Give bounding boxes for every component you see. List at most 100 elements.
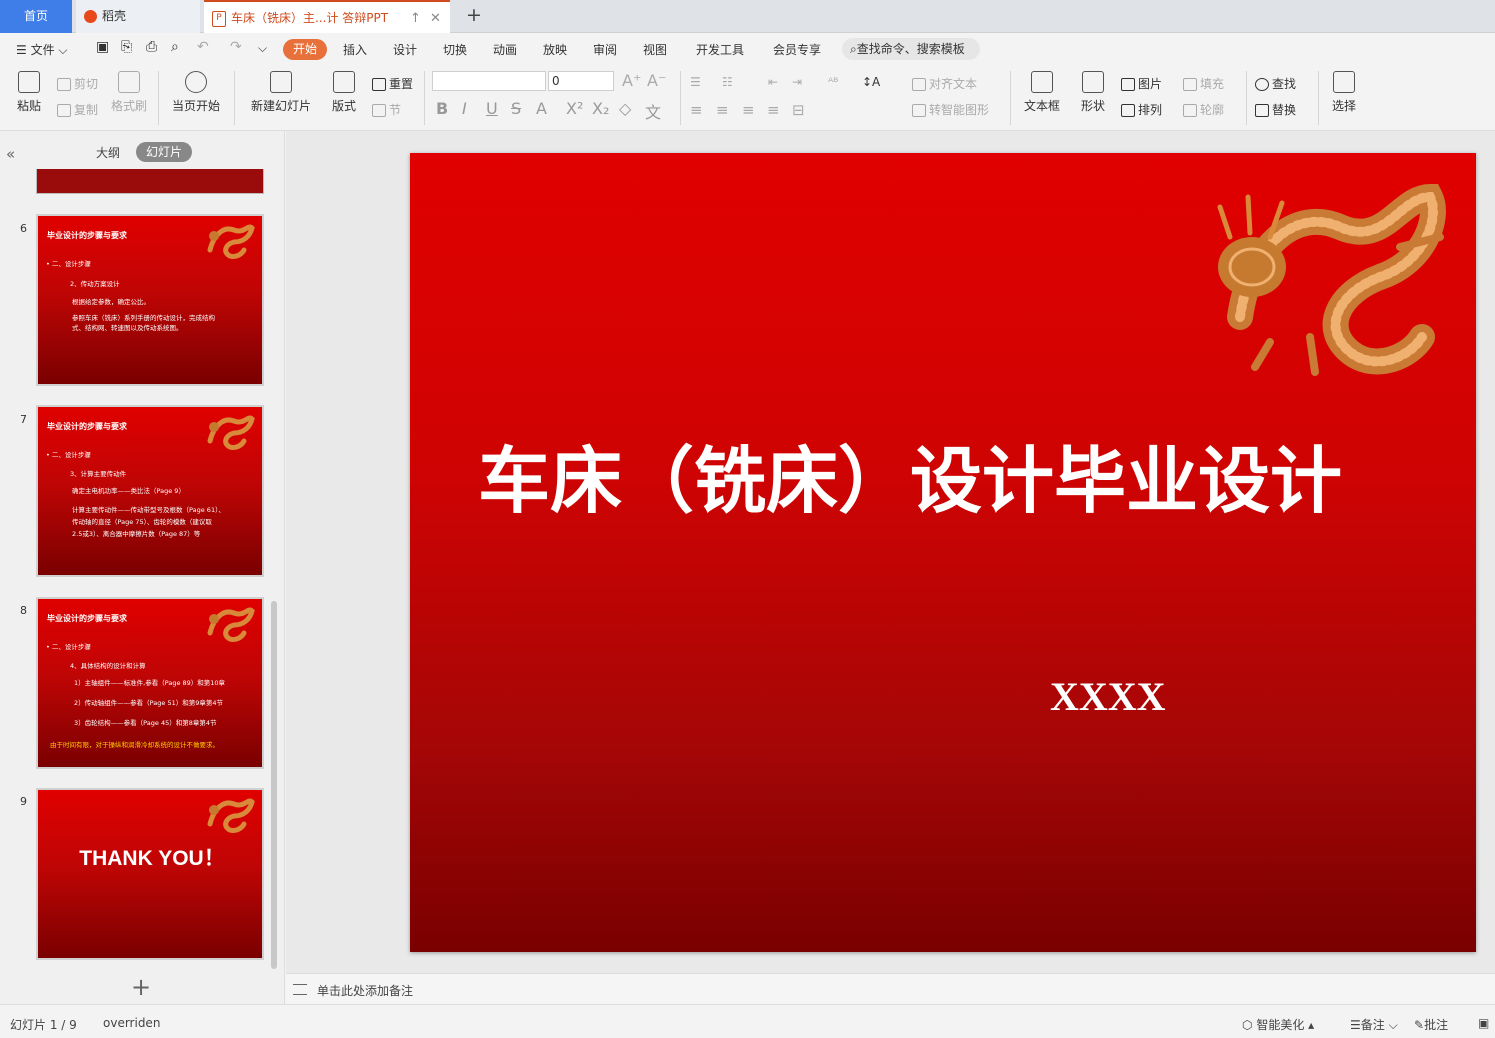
align-text-button[interactable]: 对齐文本	[912, 75, 977, 92]
tab-outline[interactable]: 大纲	[96, 144, 136, 161]
layout-button[interactable]: 版式	[326, 71, 362, 114]
font-name-select[interactable]	[432, 71, 546, 91]
select-icon	[1333, 71, 1355, 93]
thumbnail-line: 3、计算主要传动件	[70, 470, 127, 478]
reset-button[interactable]: 重置	[372, 75, 413, 92]
collapse-panel-icon[interactable]: «	[6, 145, 15, 163]
font-size-select[interactable]: 0	[548, 71, 614, 91]
line-spacing-icon[interactable]: ↕A	[862, 75, 880, 89]
quick-access-dropdown[interactable]: ⌵	[258, 41, 267, 56]
export-icon[interactable]: ⎘	[121, 39, 132, 55]
arrange-button[interactable]: 排列	[1121, 101, 1162, 118]
beautify-button[interactable]: ⬡ 智能美化 ▴	[1242, 1016, 1314, 1033]
align-right-icon[interactable]: ≡	[742, 101, 755, 119]
tab-daoke[interactable]: 稻壳	[76, 0, 200, 33]
align-left-icon[interactable]: ≡	[690, 101, 703, 119]
italic-icon[interactable]: I	[462, 99, 467, 118]
format-painter-button[interactable]: 格式刷	[108, 71, 150, 114]
preview-icon[interactable]: ⌕	[171, 39, 179, 55]
tab-view[interactable]: 视图	[643, 41, 667, 58]
select-button[interactable]: 选择	[1326, 71, 1362, 114]
ribbon-separator	[1246, 71, 1247, 125]
tab-slides[interactable]: 幻灯片	[136, 142, 192, 162]
save-icon[interactable]: ▣	[96, 39, 109, 55]
replace-button[interactable]: 替换	[1255, 101, 1296, 118]
slide-thumbnail-8[interactable]: 毕业设计的步骤与要求 • 二、设计步骤 4、具体结构的设计和计算 1）主轴组件—…	[36, 597, 264, 769]
current-slide[interactable]: 车床（铣床）设计毕业设计 XXXX	[410, 153, 1476, 952]
underline-icon[interactable]: U	[486, 99, 498, 118]
command-search[interactable]: ⌕查找命令、搜索模板	[842, 38, 980, 60]
tab-developer[interactable]: 开发工具	[696, 41, 744, 58]
file-menu[interactable]: ☰ 文件 ⌵	[16, 41, 68, 58]
tab-design[interactable]: 设计	[393, 41, 417, 58]
indent-decrease-icon[interactable]: ⇤	[768, 75, 778, 89]
new-tab-button[interactable]: +	[466, 4, 482, 26]
font-color-icon[interactable]: A	[536, 99, 547, 118]
find-button[interactable]: 查找	[1255, 75, 1296, 92]
notes-toggle-icon: ☰	[1350, 1018, 1361, 1032]
bullets-icon[interactable]: ☰	[690, 75, 701, 89]
smart-shape-button[interactable]: 转智能图形	[912, 101, 989, 118]
textbox-icon	[1031, 71, 1053, 93]
tab-animation[interactable]: 动画	[493, 41, 517, 58]
phonetic-icon[interactable]: 文	[645, 99, 661, 123]
numbering-icon[interactable]: ☷	[722, 75, 733, 89]
tab-insert[interactable]: 插入	[343, 41, 367, 58]
outline-button[interactable]: 轮廓	[1183, 101, 1224, 118]
redo-icon[interactable]: ↷	[230, 39, 242, 55]
close-tab-icon[interactable]: ✕	[430, 2, 441, 35]
slide-title[interactable]: 车床（铣床）设计毕业设计	[440, 419, 1380, 543]
slide-thumbnail-9[interactable]: THANK YOU！	[36, 788, 264, 960]
subscript-icon[interactable]: X₂	[592, 99, 609, 118]
strikethrough-icon[interactable]: S	[511, 99, 521, 118]
comment-button[interactable]: ✎批注	[1414, 1016, 1448, 1033]
slide-author[interactable]: XXXX	[1050, 673, 1166, 720]
tab-document[interactable]: P 车床（铣床）主...计 答辩PPT ↑ ✕	[204, 0, 450, 33]
distribute-icon[interactable]: ⊟	[792, 101, 805, 119]
undo-icon[interactable]: ↶	[197, 39, 209, 55]
fill-button[interactable]: 填充	[1183, 75, 1224, 92]
increase-font-icon[interactable]: A⁺	[622, 71, 641, 90]
decrease-font-icon[interactable]: A⁻	[647, 71, 666, 90]
indent-increase-icon[interactable]: ⇥	[792, 75, 802, 89]
shape-button[interactable]: 形状	[1074, 71, 1112, 114]
tab-member[interactable]: 会员专享	[773, 41, 821, 58]
normal-view-icon[interactable]: ▣	[1478, 1016, 1489, 1030]
picture-button[interactable]: 图片	[1121, 75, 1162, 92]
add-slide-button[interactable]: +	[131, 973, 151, 1001]
pin-icon[interactable]: ↑	[410, 2, 421, 35]
dragon-image	[207, 607, 255, 642]
align-center-icon[interactable]: ≡	[716, 101, 729, 119]
textbox-button[interactable]: 文本框	[1018, 71, 1066, 114]
bold-icon[interactable]: B	[436, 99, 448, 118]
tab-transition[interactable]: 切换	[443, 41, 467, 58]
smart-shape-label: 转智能图形	[929, 103, 990, 117]
justify-icon[interactable]: ≡	[767, 101, 780, 119]
ppt-file-icon: P	[212, 10, 226, 27]
tab-home[interactable]: 首页	[0, 0, 72, 33]
notes-pane[interactable]: 单击此处添加备注	[286, 973, 1495, 1004]
play-from-current-button[interactable]: 当页开始	[166, 71, 226, 114]
panel-scrollbar[interactable]	[271, 601, 277, 969]
notes-toggle-button[interactable]: ☰备注 ⌵	[1350, 1016, 1398, 1033]
tab-review[interactable]: 审阅	[593, 41, 617, 58]
tab-start[interactable]: 开始	[283, 39, 327, 60]
paste-button[interactable]: 粘贴	[10, 71, 48, 114]
copy-icon	[57, 104, 71, 117]
new-slide-button[interactable]: 新建幻灯片	[245, 71, 317, 114]
slide-number: 7	[20, 413, 27, 426]
print-icon[interactable]: ⎙	[146, 39, 157, 55]
section-button[interactable]: 节	[372, 101, 401, 118]
slide-thumbnail-5[interactable]	[36, 169, 264, 194]
replace-label: 替换	[1272, 103, 1297, 117]
tab-slideshow[interactable]: 放映	[543, 41, 567, 58]
copy-label: 复制	[74, 103, 99, 117]
superscript-icon[interactable]: X²	[566, 99, 583, 118]
text-direction-icon[interactable]: ᴬᴮ	[828, 75, 838, 89]
cut-button[interactable]: 剪切	[57, 75, 98, 92]
slide-thumbnail-7[interactable]: 毕业设计的步骤与要求 • 二、设计步骤 3、计算主要传动件 确定主电机功率——类…	[36, 405, 264, 577]
copy-button[interactable]: 复制	[57, 101, 98, 118]
clear-format-icon[interactable]: ◇	[619, 99, 631, 118]
slide-thumbnail-6[interactable]: 毕业设计的步骤与要求 • 二、设计步骤 2、传动方案设计 根据给定参数，确定公比…	[36, 214, 264, 386]
notes-toggle-label: 备注	[1360, 1018, 1385, 1032]
